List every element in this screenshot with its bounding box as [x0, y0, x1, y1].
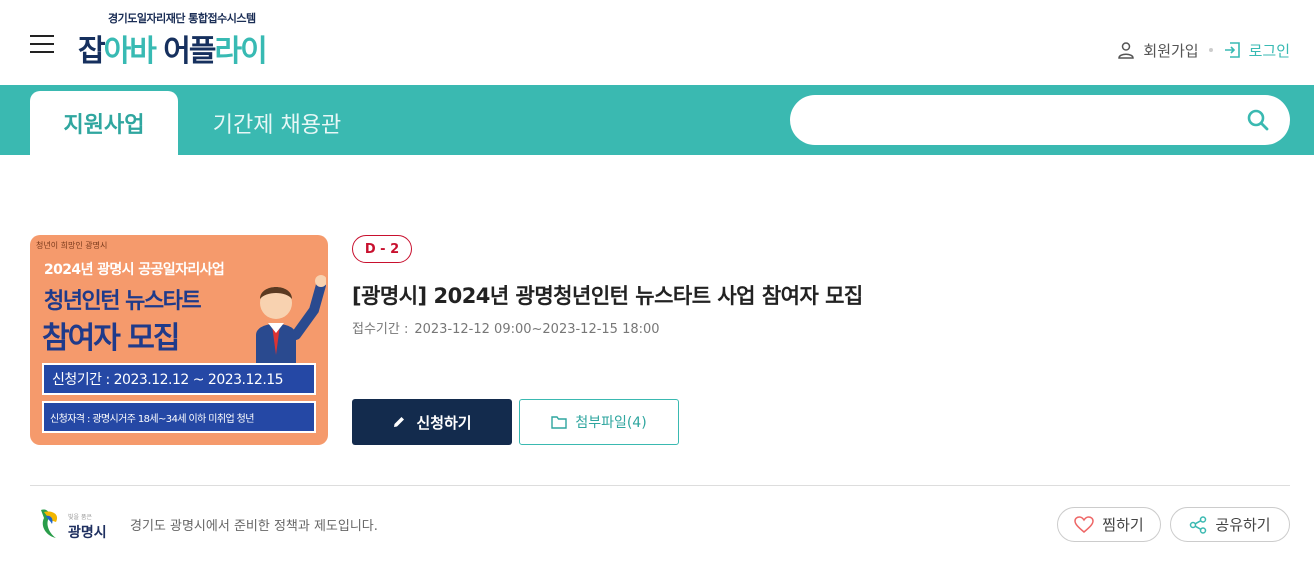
search-box	[790, 95, 1290, 145]
site-header: 경기도일자리재단 통합접수시스템 잡아바 어플라이 회원가입 로그인	[0, 0, 1314, 85]
org-name: 광명시	[68, 525, 107, 541]
user-icon	[1118, 42, 1135, 59]
poster-character-illustration	[256, 275, 326, 365]
login-icon	[1224, 42, 1240, 58]
login-link[interactable]: 로그인	[1223, 40, 1290, 61]
section-divider	[30, 485, 1290, 486]
search-input[interactable]	[810, 105, 1230, 135]
logo-title: 잡아바 어플라이	[78, 34, 268, 69]
poster-line-3: 참여자 모집	[42, 321, 180, 356]
poster-line-1: 2024년 광명시 공공일자리사업	[44, 262, 225, 278]
period-label: 접수기간 :	[352, 322, 409, 337]
menu-icon[interactable]	[30, 35, 54, 53]
program-title: [광명시] 2024년 광명청년인턴 뉴스타트 사업 참여자 모집	[352, 284, 863, 308]
account-links: 회원가입 로그인	[1117, 38, 1290, 62]
attachments-label: 첨부파일(4)	[575, 415, 647, 431]
join-label: 회원가입	[1143, 41, 1199, 60]
logo-subtitle: 경기도일자리재단 통합접수시스템	[108, 12, 256, 25]
like-button[interactable]: 찜하기	[1057, 507, 1161, 542]
pencil-icon	[394, 417, 405, 427]
period-value: 2023-12-12 09:00~2023-12-15 18:00	[414, 322, 660, 337]
poster-line-2: 청년인턴 뉴스타트	[44, 289, 202, 314]
folder-icon	[551, 416, 568, 429]
share-icon	[1190, 515, 1207, 534]
share-label: 공유하기	[1215, 516, 1271, 534]
main-nav: 지원사업 기간제 채용관	[0, 85, 1314, 155]
login-label: 로그인	[1248, 41, 1290, 60]
policy-source-text: 경기도 광명시에서 준비한 정책과 제도입니다.	[130, 519, 378, 534]
application-period: 접수기간 : 2023-12-12 09:00~2023-12-15 18:00	[352, 318, 660, 337]
like-label: 찜하기	[1102, 516, 1144, 534]
program-poster[interactable]: 청년이 희망인 광명시 2024년 광명시 공공일자리사업 청년인턴 뉴스타트 …	[30, 235, 328, 445]
org-slogan: 빛을 품은	[68, 514, 92, 521]
apply-label: 신청하기	[416, 413, 472, 432]
poster-apply-period: 신청기간 : 2023.12.12 ~ 2023.12.15	[42, 363, 316, 395]
join-link[interactable]: 회원가입	[1117, 40, 1199, 61]
heart-icon	[1074, 515, 1095, 533]
link-separator	[1208, 48, 1213, 52]
poster-eligibility: 신청자격 : 광명시거주 18세~34세 이하 미취업 청년	[42, 401, 316, 433]
attachments-button[interactable]: 첨부파일(4)	[519, 399, 679, 445]
share-button[interactable]: 공유하기	[1170, 507, 1290, 542]
site-logo[interactable]: 경기도일자리재단 통합접수시스템 잡아바 어플라이	[78, 10, 318, 72]
apply-button[interactable]: 신청하기	[352, 399, 512, 445]
tab-fixed-term-jobs[interactable]: 기간제 채용관	[192, 91, 362, 155]
search-icon[interactable]	[1244, 106, 1272, 134]
poster-caption: 청년이 희망인 광명시	[36, 241, 108, 250]
dday-badge: D - 2	[352, 235, 412, 263]
tab-support-program[interactable]: 지원사업	[30, 91, 178, 155]
